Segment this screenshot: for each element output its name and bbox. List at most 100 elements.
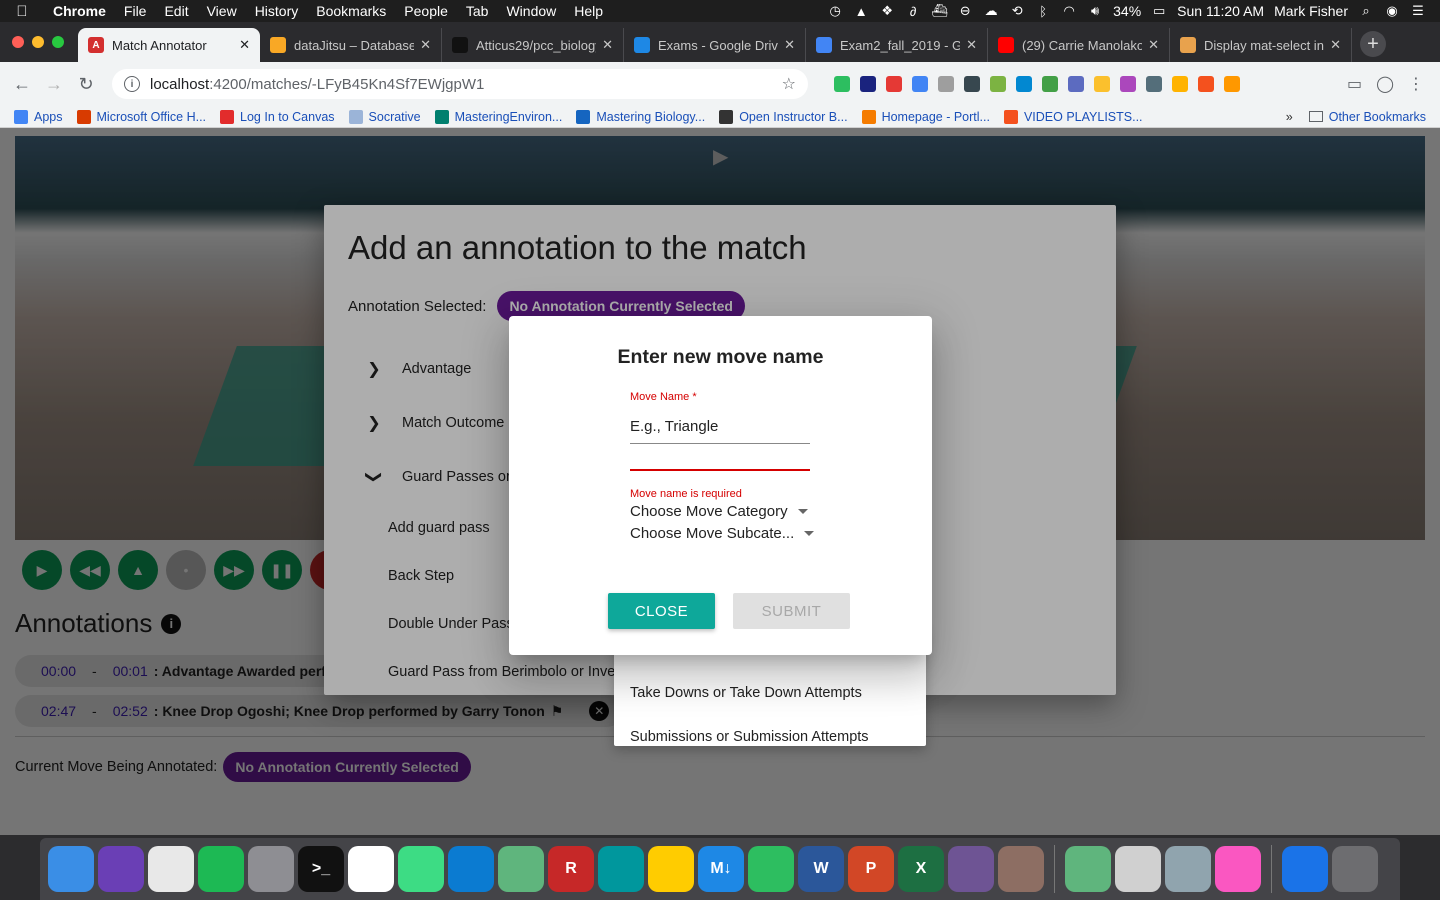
more-bookmarks-button[interactable]: »	[1286, 110, 1293, 124]
tab-close-icon[interactable]: ✕	[1330, 37, 1341, 53]
tab-6[interactable]: Display mat-select in ✕	[1170, 28, 1352, 62]
dock-finder-icon[interactable]	[48, 846, 94, 892]
menu-tab[interactable]: Tab	[457, 3, 498, 19]
dock-siri-icon[interactable]	[98, 846, 144, 892]
new-tab-button[interactable]: +	[1360, 31, 1386, 57]
dock-spotify-icon[interactable]	[198, 846, 244, 892]
cors-extension-icon[interactable]	[1042, 76, 1058, 92]
bookmark-item[interactable]: Log In to Canvas	[220, 109, 335, 124]
move-category-select[interactable]: Choose Move Category	[630, 503, 808, 520]
tab-close-icon[interactable]: ✕	[1148, 37, 1159, 53]
dock-vscode-icon[interactable]	[448, 846, 494, 892]
bookmark-item[interactable]: Mastering Biology...	[576, 109, 705, 124]
notification-center-icon[interactable]: ☰	[1410, 3, 1426, 19]
menu-view[interactable]: View	[198, 3, 246, 19]
menu-chrome[interactable]: Chrome	[44, 3, 115, 19]
bookmark-star-icon[interactable]: ☆	[782, 74, 796, 94]
address-bar[interactable]: i localhost:4200/matches/-LFyB45Kn4Sf7EW…	[112, 69, 808, 99]
dock-markdown-icon[interactable]: M↓	[698, 846, 744, 892]
bookmark-item[interactable]: VIDEO PLAYLISTS...	[1003, 109, 1143, 124]
bookmark-item[interactable]: Microsoft Office H...	[76, 109, 206, 124]
signature-icon[interactable]: ∂	[905, 4, 921, 19]
dropdown-option[interactable]: Submissions or Submission Attempts	[630, 729, 869, 745]
menu-bookmarks[interactable]: Bookmarks	[307, 3, 395, 19]
no-entry-icon[interactable]: ⊖	[957, 3, 973, 19]
download-extension-icon[interactable]	[1198, 76, 1214, 92]
back-icon[interactable]: ←	[6, 74, 38, 95]
volume-icon[interactable]: 🔊︎	[1087, 3, 1103, 19]
wifi-icon[interactable]: ◠	[1061, 3, 1077, 19]
cookie-extension-icon[interactable]	[1224, 76, 1240, 92]
evernote-extension-icon[interactable]	[834, 76, 850, 92]
other-bookmarks[interactable]: Other Bookmarks	[1308, 110, 1426, 124]
dock-preview-icon[interactable]	[998, 846, 1044, 892]
siri-icon[interactable]: ◉	[1384, 3, 1400, 19]
clock[interactable]: Sun 11:20 AM	[1177, 3, 1264, 19]
site-info-icon[interactable]: i	[124, 76, 140, 92]
drive-icon[interactable]: ▲	[853, 4, 869, 19]
dock-evernote-icon[interactable]	[748, 846, 794, 892]
color-extension-icon[interactable]	[1094, 76, 1110, 92]
dock-cyberduck-icon[interactable]	[648, 846, 694, 892]
reload-icon[interactable]: ↻	[70, 74, 102, 95]
eyedropper-extension-icon[interactable]	[990, 76, 1006, 92]
dock-1password-icon[interactable]	[1282, 846, 1328, 892]
zoom-window-button[interactable]	[52, 36, 64, 48]
dock-word-icon[interactable]: W	[798, 846, 844, 892]
dropdown-option[interactable]: Take Downs or Take Down Attempts	[630, 685, 862, 701]
dock-script-editor-icon[interactable]	[1115, 846, 1161, 892]
tab-4[interactable]: Exam2_fall_2019 - G ✕	[806, 28, 988, 62]
dock-system-preferences-icon[interactable]	[248, 846, 294, 892]
menu-history[interactable]: History	[246, 3, 308, 19]
cloud-icon[interactable]: ☁	[983, 3, 999, 19]
profile-avatar[interactable]: ◯	[1376, 74, 1394, 94]
dock-chrome-icon[interactable]	[148, 846, 194, 892]
bookmark-item[interactable]: Open Instructor B...	[719, 109, 848, 124]
dock-terminal-icon[interactable]: >_	[298, 846, 344, 892]
menu-window[interactable]: Window	[497, 3, 565, 19]
dock-rstudio-icon[interactable]: R	[548, 846, 594, 892]
user-name[interactable]: Mark Fisher	[1274, 3, 1348, 19]
dock-android-studio-icon[interactable]	[398, 846, 444, 892]
tab-close-icon[interactable]: ✕	[784, 37, 795, 53]
close-button[interactable]: CLOSE	[608, 593, 715, 629]
tab-3[interactable]: Exams - Google Drive ✕	[624, 28, 806, 62]
dock-trash-icon[interactable]	[1332, 846, 1378, 892]
battery-icon[interactable]: ▭	[1151, 3, 1167, 19]
minimize-window-button[interactable]	[32, 36, 44, 48]
menu-file[interactable]: File	[115, 3, 156, 19]
dock-atom-2-icon[interactable]	[1065, 846, 1111, 892]
cast-icon[interactable]: ▭	[1347, 74, 1362, 94]
adblock-extension-icon[interactable]	[886, 76, 902, 92]
move-name-input[interactable]	[630, 410, 810, 444]
cloud-extension-icon[interactable]	[860, 76, 876, 92]
menu-edit[interactable]: Edit	[155, 3, 197, 19]
close-window-button[interactable]	[12, 36, 24, 48]
forward-icon[interactable]: →	[38, 74, 70, 95]
move-subcategory-select[interactable]: Choose Move Subcate...	[630, 525, 815, 542]
dropbox-icon[interactable]: ❖	[879, 3, 895, 19]
time-machine-icon[interactable]: ⟲	[1009, 3, 1025, 19]
tab-close-icon[interactable]: ✕	[966, 37, 977, 53]
translate-extension-icon[interactable]	[912, 76, 928, 92]
docker-icon[interactable]: ⛴	[931, 3, 948, 19]
menu-people[interactable]: People	[395, 3, 457, 19]
tab-1[interactable]: dataJitsu – Database ✕	[260, 28, 442, 62]
dock-arduino-icon[interactable]	[598, 846, 644, 892]
ring-extension-icon[interactable]	[1068, 76, 1084, 92]
bookmark-item[interactable]: MasteringEnviron...	[434, 109, 562, 124]
bookmark-item[interactable]: Socrative	[348, 109, 421, 124]
tab-2[interactable]: Atticus29/pcc_biology ✕	[442, 28, 624, 62]
menu-kebab-icon[interactable]: ⋮	[1408, 74, 1424, 94]
bookmark-item[interactable]: Apps	[14, 109, 63, 124]
dock-slack-icon[interactable]	[348, 846, 394, 892]
wave-extension-icon[interactable]	[1120, 76, 1136, 92]
menu-help[interactable]: Help	[565, 3, 612, 19]
tab-close-icon[interactable]: ✕	[602, 37, 613, 53]
tab-close-icon[interactable]: ✕	[239, 37, 250, 53]
bluetooth-icon[interactable]: ᛒ	[1035, 4, 1051, 19]
tab-close-icon[interactable]: ✕	[420, 37, 431, 53]
owl-extension-icon[interactable]	[1172, 76, 1188, 92]
dock-powerpoint-icon[interactable]: P	[848, 846, 894, 892]
s-extension-icon[interactable]	[1016, 76, 1032, 92]
